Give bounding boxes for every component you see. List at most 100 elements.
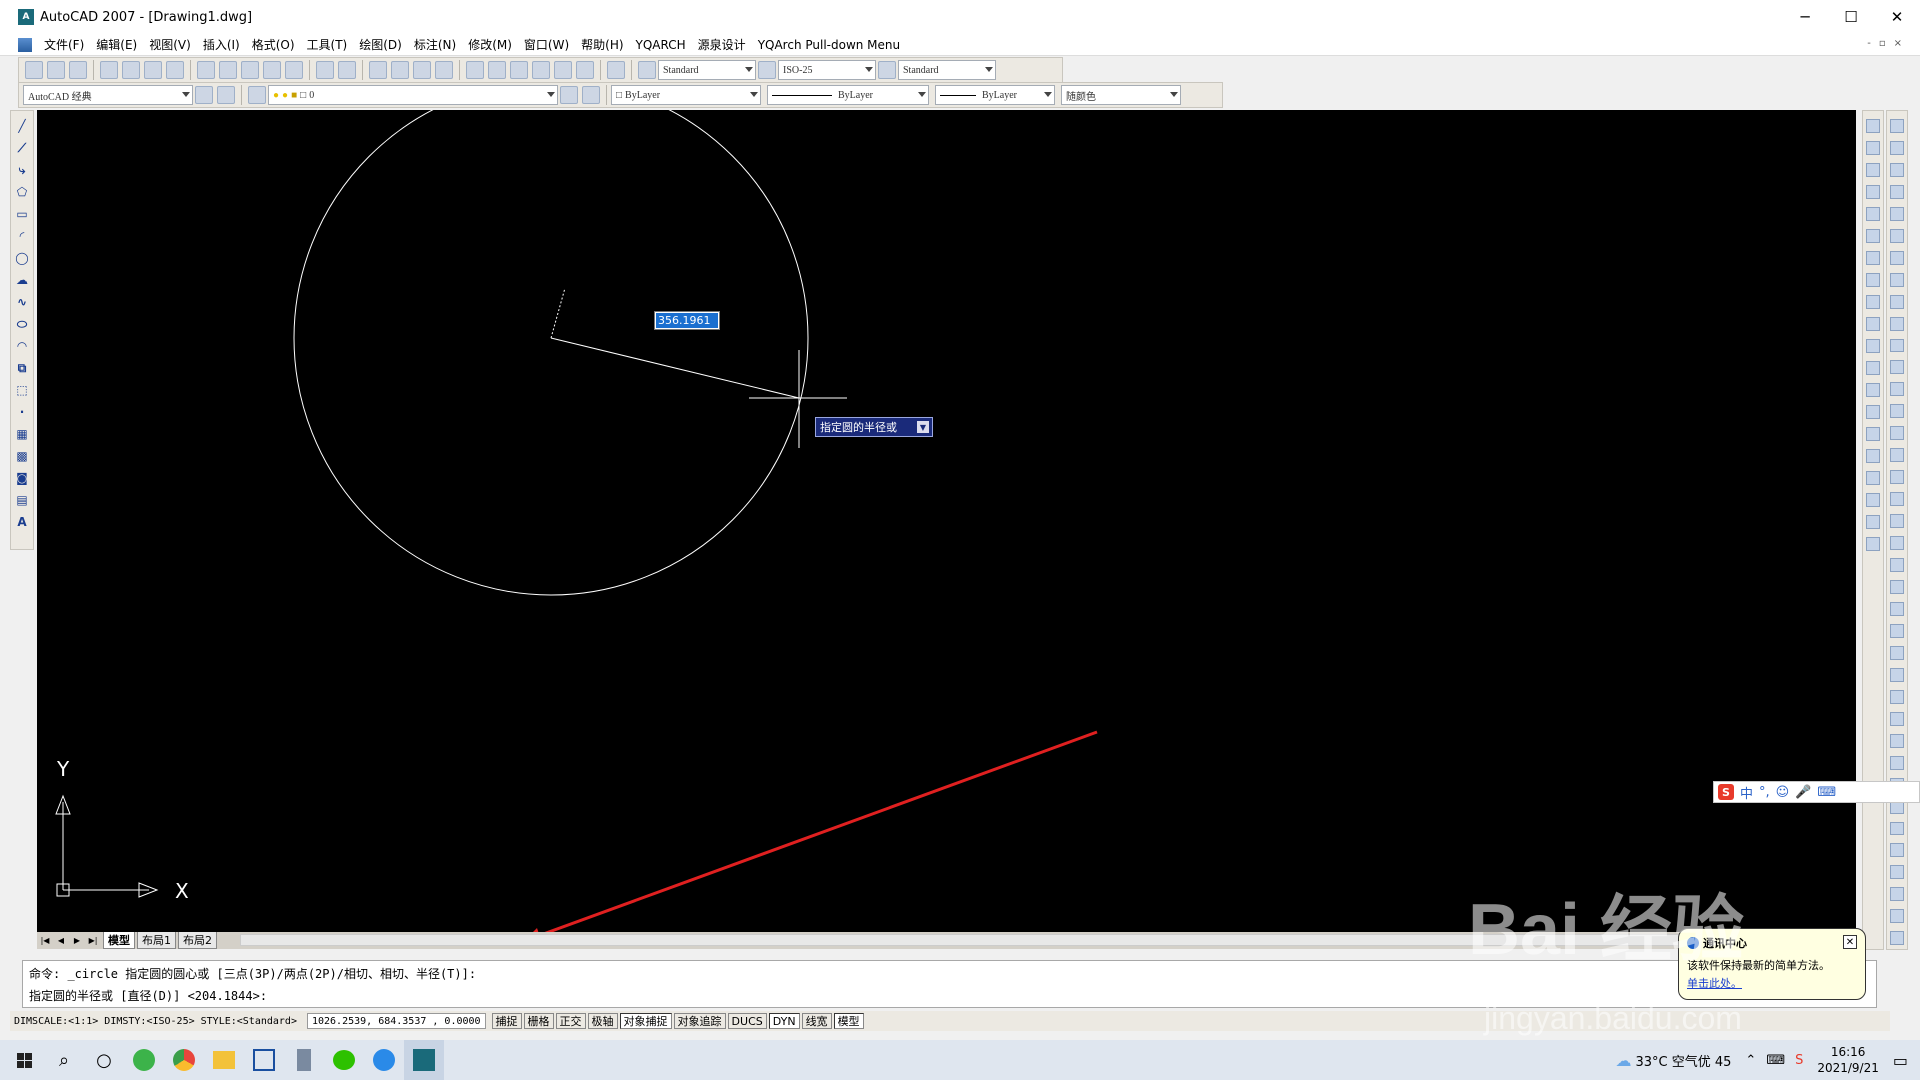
- table-style-select[interactable]: Standard: [898, 60, 996, 80]
- spline-icon[interactable]: ∿: [14, 294, 30, 310]
- pan-icon[interactable]: [369, 61, 387, 79]
- otrack-toggle[interactable]: 对象追踪: [673, 1013, 726, 1029]
- menu-dimension[interactable]: 标注(N): [408, 34, 462, 56]
- move-icon[interactable]: [1866, 229, 1880, 243]
- next-tab-icon[interactable]: ▶: [69, 934, 85, 948]
- yq-tool-icon[interactable]: [1890, 382, 1904, 397]
- yq-tool-icon[interactable]: [1890, 755, 1904, 770]
- yq-tool-icon[interactable]: [1890, 667, 1904, 682]
- prev-tab-icon[interactable]: ◀: [53, 934, 69, 948]
- table-style-icon[interactable]: [878, 61, 896, 79]
- zoom-realtime-icon[interactable]: [391, 61, 409, 79]
- yq-tool-icon[interactable]: [1890, 250, 1904, 265]
- mdi-close-button[interactable]: ×: [1894, 38, 1902, 49]
- layer-previous-icon[interactable]: [582, 86, 600, 104]
- text-style-select[interactable]: Standard: [658, 60, 756, 80]
- workspace-settings-icon[interactable]: [195, 86, 213, 104]
- menu-draw[interactable]: 绘图(D): [353, 34, 408, 56]
- line-icon[interactable]: ╱: [14, 118, 30, 134]
- mirror-icon[interactable]: [1866, 163, 1880, 177]
- chamfer-icon[interactable]: [1866, 405, 1880, 419]
- extend-icon[interactable]: [1866, 339, 1880, 353]
- close-icon[interactable]: ✕: [1843, 935, 1857, 949]
- yq-tool-icon[interactable]: [1890, 689, 1904, 704]
- yq-tool-icon[interactable]: [1890, 206, 1904, 221]
- yq-tool-icon[interactable]: [1890, 865, 1904, 880]
- print-icon[interactable]: [100, 61, 118, 79]
- new-icon[interactable]: [25, 61, 43, 79]
- minimize-button[interactable]: ─: [1782, 0, 1828, 34]
- osnap-toggle[interactable]: 对象捕捉: [619, 1013, 672, 1029]
- design-center-icon[interactable]: [488, 61, 506, 79]
- wechat-icon[interactable]: [324, 1040, 364, 1080]
- yq-tool-icon[interactable]: [1890, 228, 1904, 243]
- yq-tool-icon[interactable]: [1890, 184, 1904, 199]
- dim-style-icon[interactable]: [758, 61, 776, 79]
- copy-icon[interactable]: [219, 61, 237, 79]
- break-icon[interactable]: [1866, 361, 1880, 375]
- stretch-icon[interactable]: [1866, 295, 1880, 309]
- join-icon[interactable]: [1866, 383, 1880, 397]
- yq-tool-icon[interactable]: [1890, 162, 1904, 177]
- yq-tool-icon[interactable]: [1890, 140, 1904, 155]
- color-select[interactable]: □ ByLayer: [611, 85, 761, 105]
- clock[interactable]: 16:16 2021/9/21: [1817, 1044, 1879, 1076]
- menu-yuanquan[interactable]: 源泉设计: [692, 34, 752, 56]
- make-layer-current-icon[interactable]: [560, 86, 578, 104]
- file-explorer-icon[interactable]: [204, 1040, 244, 1080]
- multiline-text-icon[interactable]: A: [14, 514, 30, 530]
- yq-tool-icon[interactable]: [1890, 843, 1904, 858]
- down-arrow-icon[interactable]: ▼: [917, 421, 929, 433]
- dim-style-select[interactable]: ISO-25: [778, 60, 876, 80]
- yq-tool-icon[interactable]: [1890, 821, 1904, 836]
- tab-model[interactable]: 模型: [103, 932, 135, 949]
- notification-center-icon[interactable]: ▭: [1893, 1051, 1908, 1070]
- yq-tool-icon[interactable]: [1890, 294, 1904, 309]
- polygon-icon[interactable]: ⬠: [14, 184, 30, 200]
- balloon-link[interactable]: 单击此处。: [1687, 975, 1857, 991]
- document-icon[interactable]: [18, 37, 32, 52]
- sogou-icon[interactable]: S: [1718, 784, 1734, 800]
- circle-icon[interactable]: ◯: [14, 250, 30, 266]
- menu-modify[interactable]: 修改(M): [462, 34, 518, 56]
- menu-yqarch[interactable]: YQARCH: [630, 34, 692, 56]
- autocad-app-icon[interactable]: A: [18, 9, 34, 25]
- mdi-restore-button[interactable]: ▫: [1879, 38, 1886, 49]
- scale-icon[interactable]: [1866, 273, 1880, 287]
- ime-language[interactable]: 中: [1740, 783, 1753, 802]
- ellipse-icon[interactable]: ⬭: [14, 316, 30, 332]
- edge-icon[interactable]: [124, 1040, 164, 1080]
- properties-icon[interactable]: [466, 61, 484, 79]
- voice-icon[interactable]: 🎤: [1795, 785, 1811, 800]
- revision-cloud-icon[interactable]: ☁: [14, 272, 30, 288]
- bring-front-icon[interactable]: [1866, 493, 1880, 507]
- snap-toggle[interactable]: 捕捉: [491, 1013, 522, 1029]
- yq-tool-icon[interactable]: [1890, 733, 1904, 748]
- make-block-icon[interactable]: ⬚: [14, 382, 30, 398]
- model-toggle[interactable]: 模型: [833, 1013, 864, 1029]
- yq-tool-icon[interactable]: [1890, 338, 1904, 353]
- workspace-select[interactable]: AutoCAD 经典: [23, 85, 193, 105]
- preview-icon[interactable]: [122, 61, 140, 79]
- grid-toggle[interactable]: 栅格: [523, 1013, 554, 1029]
- autocad-taskbar-icon[interactable]: [244, 1040, 284, 1080]
- layer-manager-icon[interactable]: [248, 86, 266, 104]
- paste-icon[interactable]: [241, 61, 259, 79]
- chrome-icon[interactable]: [164, 1040, 204, 1080]
- yq-tool-icon[interactable]: [1890, 448, 1904, 463]
- bring-above-icon[interactable]: [1866, 537, 1880, 551]
- trim-icon[interactable]: [1866, 317, 1880, 331]
- yq-tool-icon[interactable]: [1890, 623, 1904, 638]
- fillet-icon[interactable]: [1866, 427, 1880, 441]
- markup-icon[interactable]: [554, 61, 572, 79]
- rotate-icon[interactable]: [1866, 251, 1880, 265]
- explode-icon[interactable]: [1866, 449, 1880, 463]
- yq-tool-icon[interactable]: [1890, 360, 1904, 375]
- save-icon[interactable]: [69, 61, 87, 79]
- last-tab-icon[interactable]: ▶|: [85, 934, 101, 948]
- linetype-select[interactable]: ByLayer: [767, 85, 929, 105]
- yq-tool-icon[interactable]: [1890, 470, 1904, 485]
- dynamic-length-input[interactable]: 356.1961: [654, 311, 720, 330]
- array-icon[interactable]: [1866, 207, 1880, 221]
- block-editor-icon[interactable]: [285, 61, 303, 79]
